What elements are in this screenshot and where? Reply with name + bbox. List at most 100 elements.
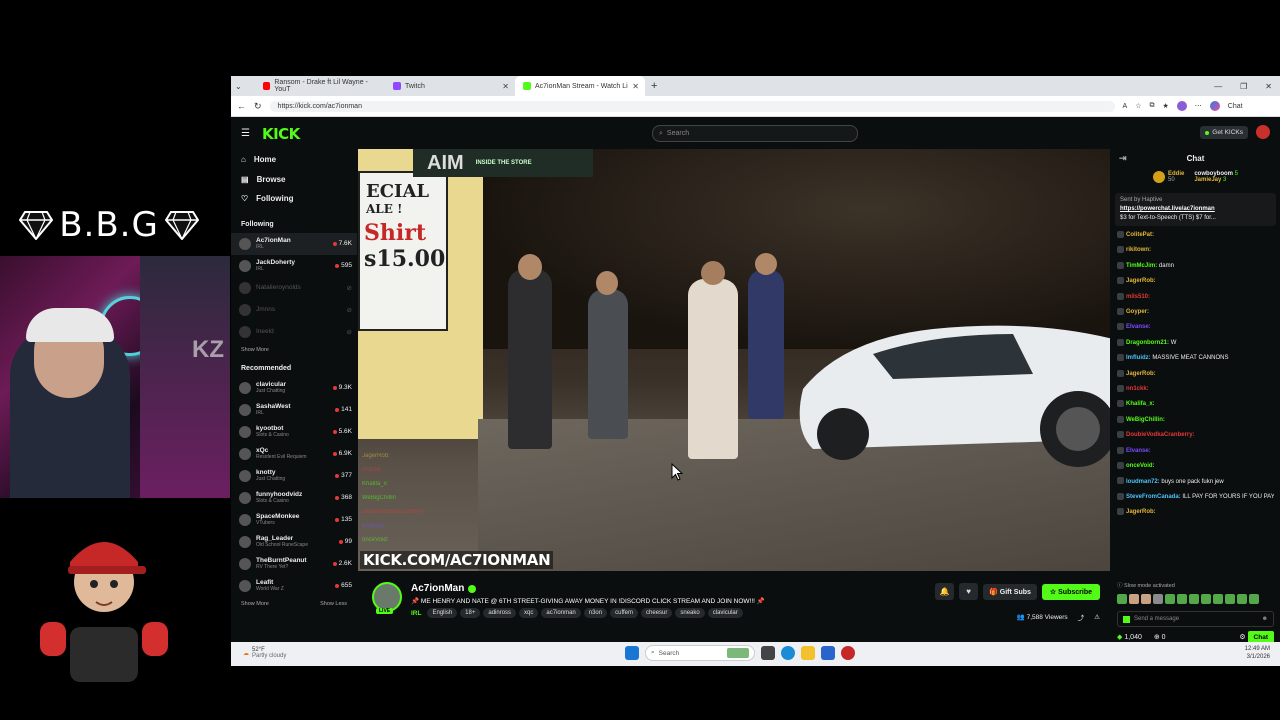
store-icon[interactable]: [821, 646, 835, 660]
emoji-icon[interactable]: ☻: [1262, 616, 1268, 622]
chat-message[interactable]: JagerRob:: [1117, 505, 1274, 520]
follow-heart-icon[interactable]: ♥: [959, 583, 979, 600]
favorites-list-icon[interactable]: ★: [1163, 102, 1169, 110]
recommended-channel[interactable]: Leafit World War Z 655: [231, 575, 357, 597]
notification-bell-icon[interactable]: 🔔: [935, 583, 955, 600]
report-icon[interactable]: ⚠: [1094, 613, 1100, 621]
favorite-icon[interactable]: ☆: [1135, 102, 1141, 110]
more-icon[interactable]: ⋯: [1195, 102, 1202, 110]
chat-username[interactable]: onceVoid:: [1126, 463, 1155, 469]
emote-picker-icon[interactable]: [1123, 615, 1130, 623]
copilot-icon[interactable]: [1209, 101, 1220, 111]
task-view-icon[interactable]: [761, 646, 775, 660]
sidebar-item-home[interactable]: ⌂ Home: [231, 150, 357, 170]
chat-message[interactable]: Imfluidz: MASSIVE MEAT CANNONS: [1117, 351, 1274, 366]
chat-username[interactable]: TimMcJim:: [1126, 263, 1157, 269]
sidebar-item-following[interactable]: ♡ Following: [231, 189, 357, 209]
following-channel[interactable]: Jmnns ⊘: [231, 299, 357, 321]
recommended-channel[interactable]: SpaceMonkee VTubers 135: [231, 509, 357, 531]
maximize-icon[interactable]: ❐: [1240, 82, 1247, 91]
pinned-link[interactable]: https://powerchat.live/ac7ionman: [1120, 205, 1271, 214]
stream-tag[interactable]: n3on: [583, 608, 608, 618]
chat-settings-icon[interactable]: ⚙: [1239, 634, 1245, 641]
chat-message[interactable]: nn1ckk:: [1117, 382, 1274, 397]
stream-category[interactable]: IRL: [411, 610, 421, 617]
recommended-channel[interactable]: TheBurntPeanut RV There Yet? 2.6K: [231, 553, 357, 575]
chat-username[interactable]: Khalifa_x:: [1126, 401, 1155, 407]
taskbar-search[interactable]: ⌕ Search: [645, 645, 755, 661]
minimize-icon[interactable]: —: [1214, 82, 1222, 91]
collapse-chat-icon[interactable]: ⇥: [1119, 153, 1127, 164]
send-message-input[interactable]: Send a message ☻: [1117, 611, 1274, 627]
chat-message[interactable]: Elvanse:: [1117, 444, 1274, 459]
gift-subs-button[interactable]: 🎁 Gift Subs: [983, 583, 1037, 600]
stream-tag[interactable]: adinross: [483, 608, 517, 618]
share-icon[interactable]: ⤴: [1078, 612, 1085, 622]
chat-message[interactable]: TimMcJim: damn: [1117, 259, 1274, 274]
chat-message[interactable]: JagerRob:: [1117, 274, 1274, 289]
stream-tag[interactable]: clavicular: [707, 608, 743, 618]
tab-kick[interactable]: Ac7ionMan Stream - Watch Li ✕: [515, 76, 645, 96]
chat-message[interactable]: rikitown:: [1117, 243, 1274, 258]
close-icon[interactable]: ✕: [632, 82, 639, 91]
streamer-name[interactable]: Ac7ionMan: [411, 583, 464, 594]
stream-tag[interactable]: 18+: [460, 608, 481, 618]
tab-twitch[interactable]: Twitch ✕: [385, 76, 515, 96]
refresh-icon[interactable]: ↻: [254, 101, 262, 112]
chat-username[interactable]: WeBigChillin:: [1126, 417, 1165, 423]
chat-username[interactable]: rikitown:: [1126, 247, 1151, 253]
edge-icon[interactable]: [781, 646, 795, 660]
chat-username[interactable]: loudman72:: [1126, 479, 1160, 485]
recommended-channel[interactable]: kyootbot Slots & Casino 5.6K: [231, 421, 357, 443]
user-avatar[interactable]: [1256, 125, 1270, 139]
show-more-recommended[interactable]: Show More: [241, 601, 269, 607]
recommended-channel[interactable]: clavicular Just Chatting 9.3K: [231, 377, 357, 399]
following-channel[interactable]: JackDoherty IRL 595: [231, 255, 357, 277]
chat-message[interactable]: mils510:: [1117, 290, 1274, 305]
chat-message[interactable]: WeBigChillin:: [1117, 413, 1274, 428]
chat-username[interactable]: ColitePat:: [1126, 232, 1154, 238]
search-input[interactable]: ⌕ Search: [652, 125, 858, 142]
chat-message[interactable]: JagerRob:: [1117, 367, 1274, 382]
chat-username[interactable]: JagerRob:: [1126, 371, 1156, 377]
chat-username[interactable]: JagerRob:: [1126, 278, 1156, 284]
chat-message[interactable]: SteveFromCanada: ILL PAY FOR YOURS IF YO…: [1117, 490, 1274, 505]
pinned-message[interactable]: Sent by Haptive https://powerchat.live/a…: [1115, 193, 1276, 226]
back-icon[interactable]: ←: [237, 101, 246, 111]
stream-tag[interactable]: xqc: [519, 608, 539, 618]
menu-icon[interactable]: ☰: [241, 128, 250, 139]
following-channel[interactable]: Ineeld ⊘: [231, 321, 357, 343]
show-less-recommended[interactable]: Show Less: [320, 601, 347, 607]
chat-message[interactable]: Goyper:: [1117, 305, 1274, 320]
video-player[interactable]: ECIAL ALE ! Shirt s15.00 AIM INSIDE THE S…: [358, 149, 1110, 571]
chat-message[interactable]: loudman72: buys one pack fukn jew: [1117, 475, 1274, 490]
tab-youtube[interactable]: Ransom - Drake ft Lil Wayne - YouT: [255, 76, 385, 96]
chat-username[interactable]: Elvanse:: [1126, 324, 1151, 330]
copilot-chat-label[interactable]: Chat: [1228, 103, 1243, 110]
close-window-icon[interactable]: ✕: [1265, 82, 1272, 91]
new-tab-button[interactable]: +: [651, 80, 657, 92]
chat-username[interactable]: Elvanse:: [1126, 448, 1151, 454]
chat-username[interactable]: Goyper:: [1126, 309, 1149, 315]
file-explorer-icon[interactable]: [801, 646, 815, 660]
chat-message[interactable]: onceVoid:: [1117, 459, 1274, 474]
recommended-channel[interactable]: xQc Resident Evil Requiem 6.9K: [231, 443, 357, 465]
app-icon[interactable]: [841, 646, 855, 660]
chat-username[interactable]: DoubleVodkaCranberry:: [1126, 432, 1195, 438]
url-field[interactable]: https://kick.com/ac7ionman: [269, 100, 1115, 112]
following-channel[interactable]: Natalieroynolds ⊘: [231, 277, 357, 299]
sidebar-item-browse[interactable]: ▤ Browse: [231, 170, 357, 190]
stream-tag[interactable]: cuffem: [610, 608, 639, 618]
chat-username[interactable]: nn1ckk:: [1126, 386, 1149, 392]
kick-logo[interactable]: KICK: [262, 125, 300, 143]
chat-message[interactable]: Elvanse:: [1117, 320, 1274, 335]
emote-bar[interactable]: [1111, 593, 1280, 605]
start-icon[interactable]: [625, 646, 639, 660]
profile-icon[interactable]: [1176, 101, 1187, 111]
stream-tag[interactable]: ac7ionman: [541, 608, 581, 618]
chat-username[interactable]: SteveFromCanada:: [1126, 494, 1181, 500]
recommended-channel[interactable]: Rag_Leader Old School RuneScape 99: [231, 531, 357, 553]
tab-list-icon[interactable]: ⌄: [235, 82, 255, 91]
weather-widget[interactable]: ☁ 52°F Partly cloudy: [243, 647, 286, 659]
extensions-icon[interactable]: ⧉: [1150, 102, 1155, 110]
